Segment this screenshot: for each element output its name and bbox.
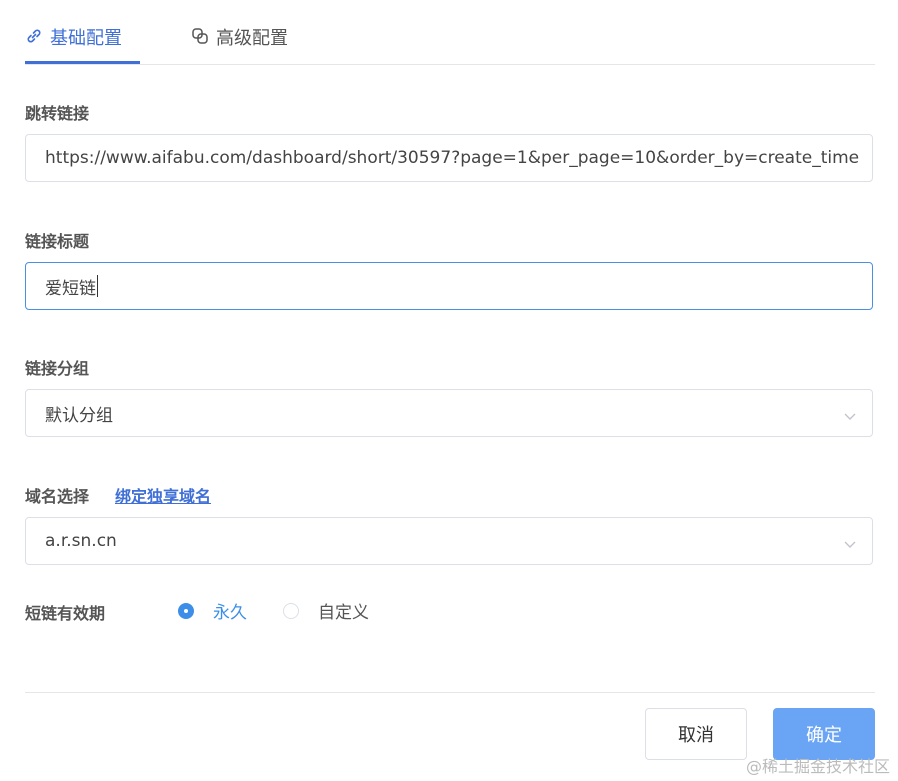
text-caret <box>97 275 98 297</box>
group-select-value: 默认分组 <box>45 405 113 426</box>
tab-bar: 基础配置 高级配置 <box>25 0 875 65</box>
tab-basic-config[interactable]: 基础配置 <box>25 24 140 64</box>
domain-label: 域名选择 <box>25 487 90 506</box>
validity-label: 短链有效期 <box>25 604 106 623</box>
radio-checked-icon <box>178 602 194 619</box>
chevron-down-icon <box>844 407 856 420</box>
radio-custom[interactable]: 自定义 <box>283 598 369 623</box>
url-label: 跳转链接 <box>25 104 90 123</box>
validity-radio-group: 永久 自定义 <box>178 598 405 623</box>
title-label: 链接标题 <box>25 232 90 251</box>
title-input-value: 爱短链 <box>45 278 96 299</box>
watermark: @稀土掘金技术社区 <box>745 757 890 776</box>
chevron-down-icon <box>844 535 856 548</box>
radio-permanent-label: 永久 <box>213 603 247 623</box>
bind-domain-link[interactable]: 绑定独享域名 <box>115 483 211 507</box>
tab-basic-config-label: 基础配置 <box>50 28 122 49</box>
footer-divider <box>25 692 875 693</box>
layers-icon <box>191 27 209 45</box>
radio-permanent[interactable]: 永久 <box>178 598 247 623</box>
group-select[interactable]: 默认分组 <box>25 389 873 437</box>
radio-custom-label: 自定义 <box>318 603 369 623</box>
title-input[interactable]: 爱短链 <box>25 262 873 310</box>
radio-unchecked-icon <box>283 602 299 619</box>
domain-select[interactable]: a.r.sn.cn <box>25 517 873 565</box>
group-label: 链接分组 <box>25 359 90 378</box>
cancel-button[interactable]: 取消 <box>645 708 747 760</box>
link-icon <box>25 27 43 45</box>
url-input-value: https://www.aifabu.com/dashboard/short/3… <box>45 148 860 168</box>
tab-advanced-config[interactable]: 高级配置 <box>191 24 288 64</box>
url-input[interactable]: https://www.aifabu.com/dashboard/short/3… <box>25 134 873 182</box>
domain-select-value: a.r.sn.cn <box>45 531 117 551</box>
tab-advanced-config-label: 高级配置 <box>216 28 288 49</box>
